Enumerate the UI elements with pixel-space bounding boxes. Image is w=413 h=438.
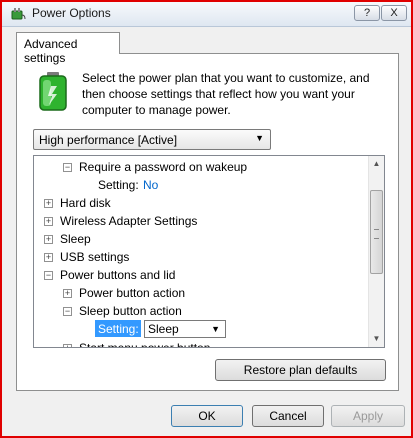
expand-icon[interactable]: + (44, 235, 53, 244)
setting-row-sleep-button[interactable]: Setting: Sleep ▼ (34, 320, 369, 338)
tab-label: Advanced settings (24, 37, 78, 65)
tree-item-wireless[interactable]: + Wireless Adapter Settings (34, 212, 369, 230)
tree-item-label: Power buttons and lid (60, 268, 176, 282)
restore-defaults-button[interactable]: Restore plan defaults (215, 359, 386, 381)
sleep-button-action-value: Sleep (148, 322, 179, 336)
setting-label: Setting: (98, 178, 139, 192)
setting-label-selected: Setting: (95, 320, 141, 337)
tree-item-power-button-action[interactable]: + Power button action (34, 284, 369, 302)
tree-item-label: Hard disk (60, 196, 111, 210)
expand-icon[interactable]: + (44, 253, 53, 262)
scroll-up-icon[interactable]: ▲ (369, 156, 384, 172)
power-plan-dropdown[interactable]: High performance [Active] ▼ (33, 129, 271, 150)
tree-item-start-menu-power-button[interactable]: + Start menu power button (34, 339, 369, 348)
expand-icon[interactable]: + (44, 217, 53, 226)
tree-item-label: Start menu power button (79, 341, 211, 348)
tree-item-label: Sleep (60, 232, 91, 246)
grip-icon (374, 229, 379, 239)
tree-item-hard-disk[interactable]: + Hard disk (34, 194, 369, 212)
collapse-icon[interactable]: − (63, 163, 72, 172)
power-plug-icon (11, 8, 26, 20)
ok-button[interactable]: OK (171, 405, 243, 427)
tree-item-label: Wireless Adapter Settings (60, 214, 198, 228)
tree-item-sleep-button-action[interactable]: − Sleep button action (34, 302, 369, 320)
scroll-thumb[interactable] (370, 190, 383, 274)
tab-advanced-settings[interactable]: Advanced settings (16, 32, 120, 65)
help-button[interactable]: ? (354, 5, 380, 21)
tree-item-label: Power button action (79, 286, 186, 300)
collapse-icon[interactable]: − (44, 271, 53, 280)
vertical-scrollbar[interactable]: ▲ ▼ (368, 156, 384, 347)
power-plan-value: High performance [Active] (39, 133, 178, 147)
tree-item-power-buttons[interactable]: − Power buttons and lid (34, 266, 369, 284)
setting-row-password[interactable]: Setting: No (34, 176, 369, 194)
expand-icon[interactable]: + (63, 344, 72, 347)
tree-item-label: Sleep button action (79, 304, 182, 318)
window-title: Power Options (32, 6, 111, 20)
tree-item-sleep[interactable]: + Sleep (34, 230, 369, 248)
description-text: Select the power plan that you want to c… (82, 71, 370, 117)
power-options-window: Power Options ? X Advanced settings Sele… (0, 0, 413, 438)
close-button[interactable]: X (381, 5, 407, 21)
title-bar: Power Options ? X (2, 2, 411, 27)
tree-item-require-password[interactable]: − Require a password on wakeup (34, 158, 369, 176)
apply-button[interactable]: Apply (331, 405, 405, 427)
scroll-down-icon[interactable]: ▼ (369, 331, 384, 347)
tree-item-usb[interactable]: + USB settings (34, 248, 369, 266)
collapse-icon[interactable]: − (63, 307, 72, 316)
expand-icon[interactable]: + (63, 289, 72, 298)
tree-item-label: USB settings (60, 250, 130, 264)
cancel-button[interactable]: Cancel (252, 405, 324, 427)
tree-item-label: Require a password on wakeup (79, 160, 248, 174)
setting-value-link[interactable]: No (143, 176, 158, 194)
chevron-down-icon: ▼ (255, 133, 264, 143)
battery-icon (39, 72, 67, 111)
settings-tree[interactable]: − Require a password on wakeup Setting: … (33, 155, 385, 348)
expand-icon[interactable]: + (44, 199, 53, 208)
chevron-down-icon: ▼ (211, 324, 220, 334)
sleep-button-action-dropdown[interactable]: Sleep ▼ (144, 320, 226, 338)
